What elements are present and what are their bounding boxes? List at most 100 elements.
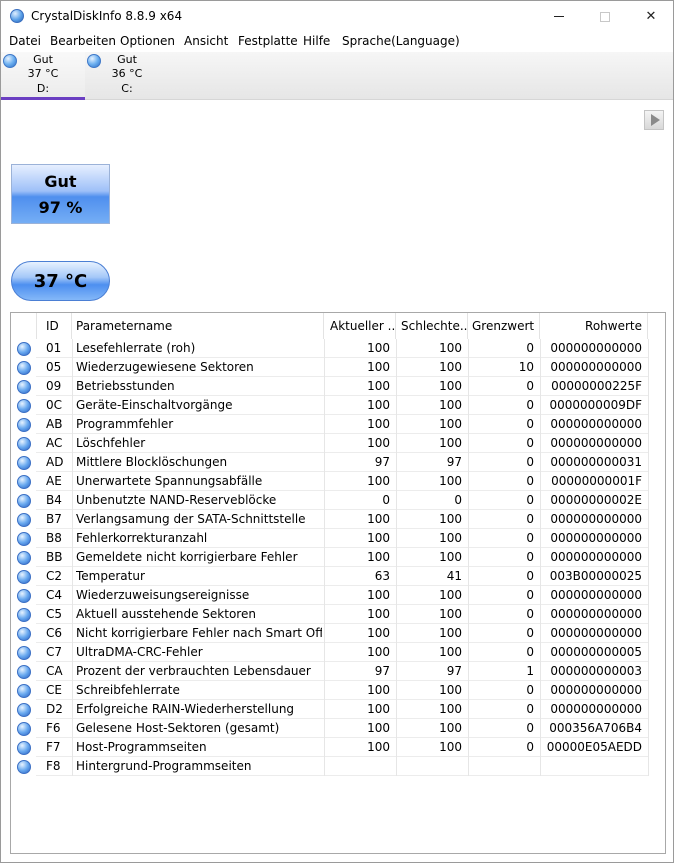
status-icon <box>17 418 31 432</box>
column-header-id[interactable]: ID <box>37 313 72 339</box>
table-row[interactable]: CE Schreibfehlerrate 100 100 0 000000000000 <box>11 681 665 700</box>
column-header-worst[interactable]: Schlechte... <box>396 313 468 339</box>
title-bar[interactable]: CrystalDiskInfo 8.8.9 x64 ✕ <box>1 1 673 32</box>
cell-current: 100 <box>367 607 390 621</box>
table-row[interactable]: 0C Geräte-Einschaltvorgänge 100 100 0 0000000… <box>11 396 665 415</box>
cell-id: B4 <box>46 493 62 507</box>
cell-worst: 100 <box>439 645 462 659</box>
cell-worst: 100 <box>439 683 462 697</box>
table-row[interactable]: AE Unerwartete Spannungsabfälle 100 100 0 000… <box>11 472 665 491</box>
cell-current: 100 <box>367 379 390 393</box>
column-divider <box>468 339 469 776</box>
cell-parameter-name: UltraDMA-CRC-Fehler <box>76 645 203 659</box>
table-row[interactable]: F6 Gelesene Host-Sektoren (gesamt) 100 100 0… <box>11 719 665 738</box>
cell-current: 100 <box>367 550 390 564</box>
table-row[interactable]: B7 Verlangsamung der SATA-Schnittstelle 10… <box>11 510 665 529</box>
disk-tab-d[interactable]: Gut 37 °C D: <box>1 52 85 100</box>
cell-id: 0C <box>46 398 63 412</box>
menu-datei[interactable]: Datei <box>9 34 41 48</box>
cell-raw: 000000000003 <box>550 664 642 678</box>
table-row[interactable]: CA Prozent der verbrauchten Lebensdauer 97… <box>11 662 665 681</box>
cell-parameter-name: Betriebsstunden <box>76 379 175 393</box>
window-title: CrystalDiskInfo 8.8.9 x64 <box>31 9 183 23</box>
cell-worst: 100 <box>439 531 462 545</box>
column-header-name[interactable]: Parametername <box>72 313 324 339</box>
cell-id: F6 <box>46 721 61 735</box>
table-row[interactable]: B8 Fehlerkorrekturanzahl 100 100 0 0000000000… <box>11 529 665 548</box>
table-row[interactable]: B4 Unbenutzte NAND-Reserveblöcke 0 0 0 000000… <box>11 491 665 510</box>
status-icon <box>17 703 31 717</box>
cell-threshold: 0 <box>526 588 534 602</box>
cell-threshold: 0 <box>526 379 534 393</box>
disk-status: Gut <box>33 53 53 66</box>
minimize-button[interactable] <box>536 1 582 32</box>
menu-sprache[interactable]: Sprache(Language) <box>342 34 460 48</box>
cell-threshold: 1 <box>526 664 534 678</box>
menu-hilfe[interactable]: Hilfe <box>303 34 330 48</box>
table-row[interactable]: D2 Erfolgreiche RAIN-Wiederherstellung 100… <box>11 700 665 719</box>
smart-attributes-table[interactable]: ID Parametername Aktueller ... Schlechte… <box>10 312 666 854</box>
table-row[interactable]: C4 Wiederzuweisungsereignisse 100 100 0 00000… <box>11 586 665 605</box>
cell-worst: 100 <box>439 721 462 735</box>
table-row[interactable]: F8 Hintergrund-Programmseiten <box>11 757 665 776</box>
status-icon <box>17 665 31 679</box>
column-header-status[interactable] <box>11 313 37 339</box>
table-row[interactable]: AC Löschfehler 100 100 0 000000000000 <box>11 434 665 453</box>
cell-threshold: 0 <box>526 512 534 526</box>
table-row[interactable]: BB Gemeldete nicht korrigierbare Fehler 10… <box>11 548 665 567</box>
cell-threshold: 0 <box>526 683 534 697</box>
temperature-box[interactable]: 37 °C <box>11 261 110 301</box>
cell-id: B7 <box>46 512 62 526</box>
status-icon <box>17 494 31 508</box>
column-header-current[interactable]: Aktueller ... <box>324 313 396 339</box>
menu-ansicht[interactable]: Ansicht <box>184 34 228 48</box>
column-header-raw[interactable]: Rohwerte <box>540 313 648 339</box>
status-icon <box>17 589 31 603</box>
cell-parameter-name: Temperatur <box>76 569 145 583</box>
health-status-box[interactable]: Gut 97 % <box>11 164 110 224</box>
cell-worst: 100 <box>439 474 462 488</box>
disk-drive-letter: D: <box>36 82 50 95</box>
cell-raw: 003B00000025 <box>549 569 642 583</box>
menu-optionen[interactable]: Optionen <box>120 34 175 48</box>
cell-current: 100 <box>367 702 390 716</box>
table-row[interactable]: AD Mittlere Blocklöschungen 97 97 0 000000000… <box>11 453 665 472</box>
cell-threshold: 0 <box>526 740 534 754</box>
cell-current: 100 <box>367 531 390 545</box>
minimize-icon <box>554 16 564 17</box>
cell-current: 97 <box>374 664 390 678</box>
cell-raw: 00000000002E <box>550 493 642 507</box>
cell-current: 100 <box>367 721 390 735</box>
next-disk-button[interactable] <box>644 110 664 130</box>
close-button[interactable]: ✕ <box>628 1 673 32</box>
cell-threshold <box>468 757 534 776</box>
column-header-threshold[interactable]: Grenzwert <box>468 313 540 339</box>
cell-raw: 0000000009DF <box>549 398 643 412</box>
cell-current: 100 <box>367 512 390 526</box>
status-icon <box>17 437 31 451</box>
disk-temperature: 36 °C <box>111 67 143 80</box>
status-icon <box>17 380 31 394</box>
table-row[interactable]: C2 Temperatur 63 41 0 003B00000025 <box>11 567 665 586</box>
cell-worst <box>396 757 462 776</box>
table-row[interactable]: C5 Aktuell ausstehende Sektoren 100 100 0 000… <box>11 605 665 624</box>
cell-current <box>324 757 390 776</box>
app-icon <box>10 9 24 23</box>
disk-tab-bar: Gut 37 °C D: Gut 36 °C C: <box>1 52 673 100</box>
cell-worst: 100 <box>439 550 462 564</box>
cell-id: AD <box>46 455 64 469</box>
disk-tab-c[interactable]: Gut 36 °C C: <box>85 52 169 100</box>
maximize-button[interactable] <box>582 1 628 32</box>
table-row[interactable]: 09 Betriebsstunden 100 100 0 00000000225F <box>11 377 665 396</box>
table-row[interactable]: 05 Wiederzugewiesene Sektoren 100 100 10 0000… <box>11 358 665 377</box>
table-row[interactable]: C6 Nicht korrigierbare Fehler nach Smart … <box>11 624 665 643</box>
menu-bearbeiten[interactable]: Bearbeiten <box>50 34 116 48</box>
table-row[interactable]: F7 Host-Programmseiten 100 100 0 00000E05AEDD <box>11 738 665 757</box>
cell-raw <box>540 757 642 776</box>
column-divider <box>648 339 649 776</box>
cell-parameter-name: Programmfehler <box>76 417 174 431</box>
table-row[interactable]: C7 UltraDMA-CRC-Fehler 100 100 0 000000000005 <box>11 643 665 662</box>
menu-festplatte[interactable]: Festplatte <box>238 34 298 48</box>
table-row[interactable]: AB Programmfehler 100 100 0 000000000000 <box>11 415 665 434</box>
table-row[interactable]: 01 Lesefehlerrate (roh) 100 100 0 00000000000… <box>11 339 665 358</box>
